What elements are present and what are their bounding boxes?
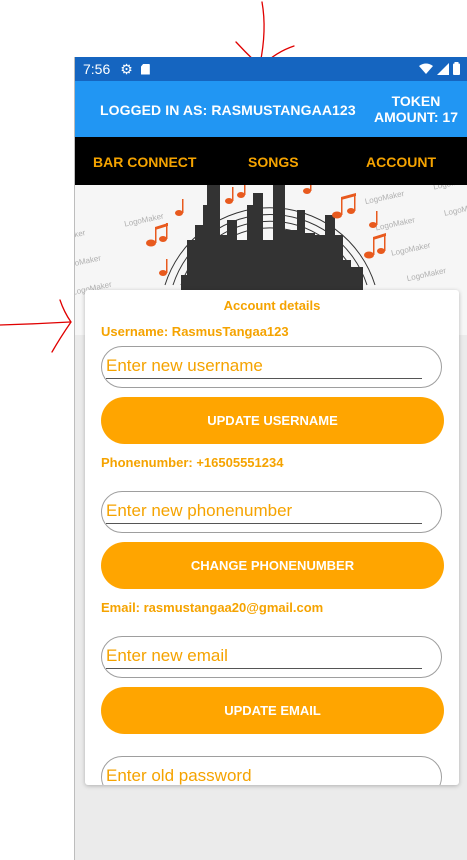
update-email-button[interactable]: UPDATE EMAIL [101, 687, 444, 734]
username-field [101, 346, 442, 388]
settings-gear-icon: ⚙ [120, 60, 133, 77]
old-password-field [101, 756, 442, 785]
battery-icon [453, 62, 460, 75]
token-label-line2: AMOUNT: 17 [373, 109, 458, 125]
sd-card-icon [140, 63, 150, 75]
account-details-card: Account details Username: RasmusTangaa12… [85, 290, 459, 785]
watermark-text: LogoMaker [443, 201, 467, 218]
new-username-input[interactable] [106, 354, 422, 379]
token-label-line1: TOKEN [391, 93, 441, 109]
watermark-text: LogoMaker [75, 228, 87, 245]
update-username-button[interactable]: UPDATE USERNAME [101, 397, 444, 444]
email-field [101, 636, 442, 678]
phonenumber-field [101, 491, 442, 533]
watermark-text: LogoMaker [432, 185, 467, 192]
watermark-text: LogoMaker [375, 215, 416, 232]
username-label: Username: RasmusTangaa123 [101, 324, 289, 339]
new-phonenumber-input[interactable] [106, 499, 422, 524]
card-title: Account details [223, 298, 321, 313]
logged-in-label: LOGGED IN AS: RASMUSTANGAA123 [100, 102, 356, 118]
wifi-icon [419, 63, 433, 74]
signal-icon [437, 62, 449, 75]
skyline-icon [177, 185, 363, 295]
watermark-text: LogoMaker [75, 253, 102, 270]
tab-bar-connect[interactable]: BAR CONNECT [93, 154, 196, 170]
status-time: 7:56 [83, 61, 111, 77]
app-header: LOGGED IN AS: RASMUSTANGAA123 TOKEN AMOU… [75, 81, 467, 137]
new-email-input[interactable] [106, 644, 422, 669]
old-password-input[interactable] [106, 764, 422, 785]
token-amount: TOKEN AMOUNT: 17 [374, 93, 458, 125]
status-bar: 7:56 ⚙ [75, 57, 467, 81]
phone-screen: 7:56 ⚙ LOGGED IN AS: RASMUSTANGAA123 TOK… [74, 57, 467, 860]
watermark-text: LogoMaker [390, 241, 431, 258]
nav-tabs: BAR CONNECT SONGS ACCOUNT [75, 137, 467, 185]
phonenumber-label: Phonenumber: +16505551234 [101, 455, 284, 470]
email-label: Email: rasmustangaa20@gmail.com [101, 600, 324, 615]
watermark-text: LogoMaker [364, 189, 405, 206]
change-phonenumber-button[interactable]: CHANGE PHONENUMBER [101, 542, 444, 589]
watermark-text: LogoMaker [406, 266, 447, 283]
tab-account[interactable]: ACCOUNT [366, 154, 436, 170]
tab-songs[interactable]: SONGS [248, 154, 299, 170]
